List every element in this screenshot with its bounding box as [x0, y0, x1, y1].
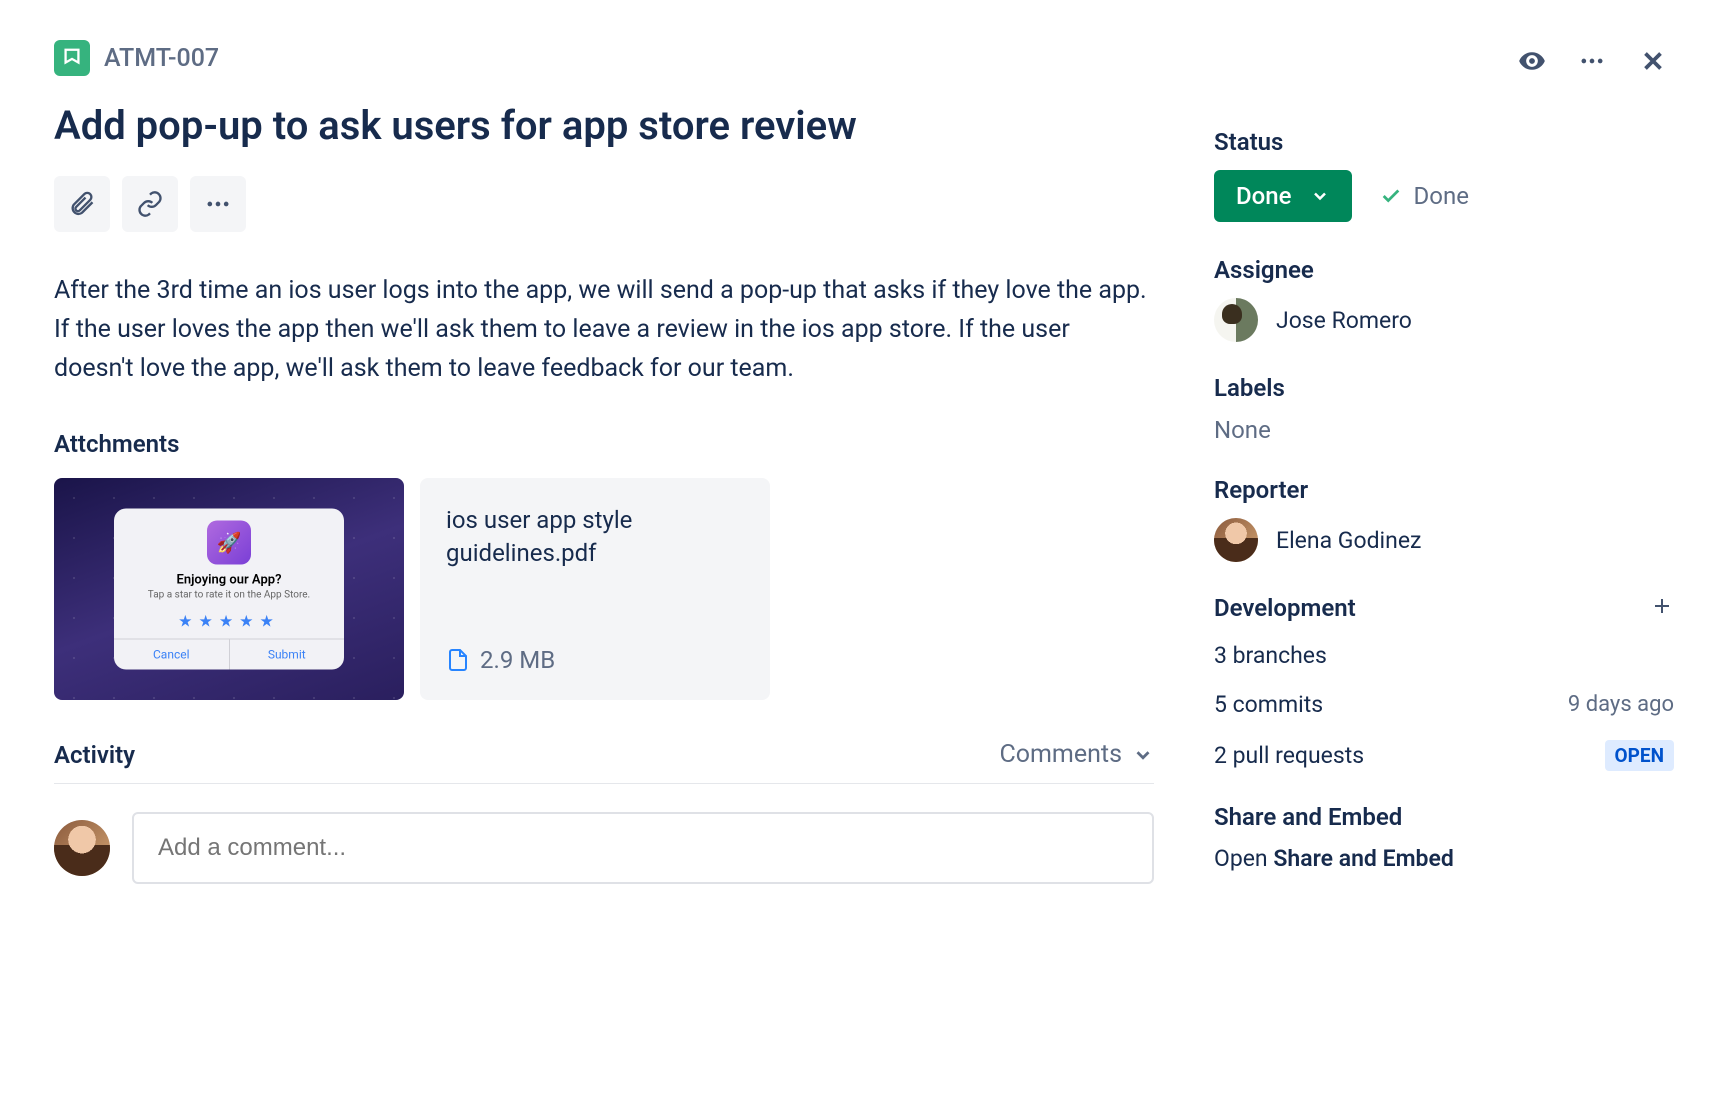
- popup-submit: Submit: [230, 640, 345, 670]
- open-badge: OPEN: [1605, 740, 1674, 771]
- attachment-file[interactable]: ios user app style guidelines.pdf 2.9 MB: [420, 478, 770, 700]
- done-indicator: Done: [1380, 182, 1469, 210]
- more-icon[interactable]: [1578, 47, 1606, 79]
- avatar: [1214, 298, 1258, 342]
- activity-heading: Activity: [54, 741, 135, 769]
- attach-button[interactable]: [54, 176, 110, 232]
- reporter-label: Reporter: [1214, 476, 1674, 504]
- reporter-field[interactable]: Reporter Elena Godinez: [1214, 476, 1674, 562]
- dev-branches[interactable]: 3 branches: [1214, 642, 1674, 669]
- assignee-field[interactable]: Assignee Jose Romero: [1214, 256, 1674, 342]
- check-icon: [1380, 185, 1402, 207]
- attachments-list: 🚀 Enjoying our App? Tap a star to rate i…: [54, 478, 1154, 700]
- activity-filter-label: Comments: [999, 740, 1122, 769]
- plus-icon[interactable]: [1650, 594, 1674, 622]
- project-icon: [54, 40, 90, 76]
- attachment-filename: ios user app style guidelines.pdf: [446, 504, 744, 569]
- assignee-label: Assignee: [1214, 256, 1674, 284]
- popup-title: Enjoying our App?: [114, 573, 344, 588]
- watch-icon[interactable]: [1518, 47, 1546, 79]
- attachment-image[interactable]: 🚀 Enjoying our App? Tap a star to rate i…: [54, 478, 404, 700]
- chevron-down-icon: [1310, 186, 1330, 206]
- top-actions: [1518, 46, 1668, 80]
- assignee-name: Jose Romero: [1276, 307, 1412, 334]
- status-label: Status: [1214, 128, 1674, 156]
- popup-subtitle: Tap a star to rate it on the App Store.: [114, 588, 344, 608]
- star-row: ★★★★★: [114, 608, 344, 639]
- dev-commits-ago: 9 days ago: [1568, 692, 1674, 717]
- labels-label: Labels: [1214, 374, 1674, 402]
- share-link[interactable]: Open Share and Embed: [1214, 845, 1674, 872]
- file-icon: [446, 648, 470, 672]
- reporter-name: Elena Godinez: [1276, 527, 1421, 554]
- status-dropdown[interactable]: Done: [1214, 170, 1352, 222]
- development-label: Development: [1214, 594, 1356, 622]
- share-field: Share and Embed Open Share and Embed: [1214, 803, 1674, 872]
- breadcrumb[interactable]: ATMT-007: [54, 40, 219, 76]
- issue-key[interactable]: ATMT-007: [104, 44, 219, 73]
- avatar: [54, 820, 110, 876]
- attachments-heading: Attchments: [54, 430, 1154, 458]
- dev-pull-requests[interactable]: 2 pull requests OPEN: [1214, 740, 1674, 771]
- more-actions-button[interactable]: [190, 176, 246, 232]
- close-icon[interactable]: [1638, 46, 1668, 80]
- dev-commits[interactable]: 5 commits 9 days ago: [1214, 691, 1674, 718]
- done-text: Done: [1414, 182, 1469, 210]
- share-label: Share and Embed: [1214, 803, 1674, 831]
- popup-mockup: 🚀 Enjoying our App? Tap a star to rate i…: [114, 509, 344, 670]
- main-column: ATMT-007 Add pop-up to ask users for app…: [54, 40, 1154, 1066]
- avatar: [1214, 518, 1258, 562]
- status-field: Status Done Done: [1214, 128, 1674, 222]
- toolbar: [54, 176, 1154, 232]
- attachment-size: 2.9 MB: [480, 646, 555, 674]
- issue-description[interactable]: After the 3rd time an ios user logs into…: [54, 272, 1154, 388]
- chevron-down-icon: [1132, 744, 1154, 766]
- rocket-icon: 🚀: [207, 521, 251, 565]
- labels-field[interactable]: Labels None: [1214, 374, 1674, 444]
- link-button[interactable]: [122, 176, 178, 232]
- status-value: Done: [1236, 182, 1292, 210]
- comment-composer: [54, 812, 1154, 884]
- sidebar: Status Done Done Assignee Jose Romero La…: [1214, 40, 1674, 1066]
- issue-title[interactable]: Add pop-up to ask users for app store re…: [54, 102, 1154, 150]
- attachment-meta: 2.9 MB: [446, 646, 744, 674]
- issue-modal: ATMT-007 Add pop-up to ask users for app…: [0, 0, 1728, 1106]
- activity-header: Activity Comments: [54, 740, 1154, 784]
- breadcrumb-row: ATMT-007: [54, 40, 1154, 76]
- popup-cancel: Cancel: [114, 640, 230, 670]
- activity-filter[interactable]: Comments: [999, 740, 1154, 769]
- development-field: Development 3 branches 5 commits 9 days …: [1214, 594, 1674, 771]
- labels-value: None: [1214, 416, 1674, 444]
- comment-input[interactable]: [132, 812, 1154, 884]
